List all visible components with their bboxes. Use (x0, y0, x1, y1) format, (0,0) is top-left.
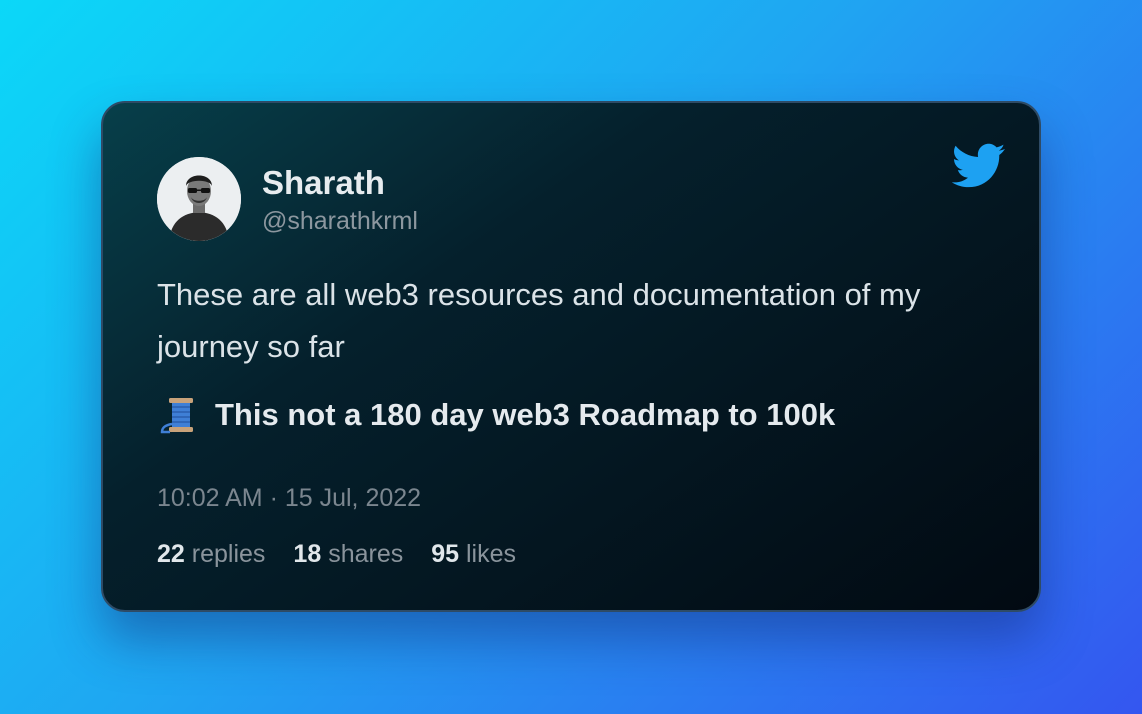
tweet-timestamp[interactable]: 10:02 AM · 15 Jul, 2022 (157, 481, 421, 515)
likes-count: 95 (431, 540, 460, 568)
twitter-bird-icon[interactable] (952, 143, 1006, 189)
shares-stat[interactable]: 18 shares (293, 537, 403, 571)
likes-label: likes (466, 540, 517, 568)
likes-stat[interactable]: 95 likes (431, 537, 516, 571)
avatar[interactable] (157, 157, 241, 241)
spool-of-thread-icon (160, 398, 193, 434)
tweet-stats: 22 replies 18 shares 95 likes (157, 537, 544, 571)
author-handle[interactable]: @sharathkrml (262, 204, 418, 238)
replies-label: replies (191, 540, 266, 568)
author-name[interactable]: Sharath (262, 162, 385, 204)
thread-link[interactable]: This not a 180 day web3 Roadmap to 100k (159, 393, 835, 437)
tweet-text: These are all web3 resources and documen… (157, 277, 921, 364)
tweet-card: Sharath @sharathkrml These are all web3 … (101, 101, 1041, 612)
replies-stat[interactable]: 22 replies (157, 537, 265, 571)
shares-label: shares (328, 540, 404, 568)
replies-count: 22 (157, 540, 185, 568)
shares-count: 18 (293, 540, 322, 568)
profile-photo (157, 157, 241, 241)
thread-title[interactable]: This not a 180 day web3 Roadmap to 100k (215, 397, 835, 433)
